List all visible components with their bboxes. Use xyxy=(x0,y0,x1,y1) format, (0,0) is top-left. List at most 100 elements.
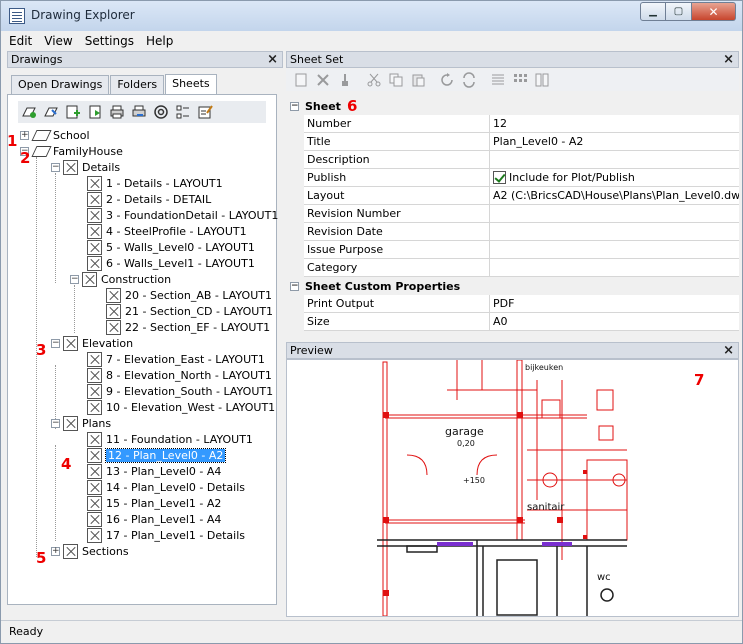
menu-edit[interactable]: Edit xyxy=(9,34,32,48)
sheet-icon xyxy=(87,527,102,543)
tree-node-sheet[interactable]: 9 - Elevation_South - LAYOUT1 xyxy=(87,383,273,399)
sheet-icon xyxy=(87,255,102,271)
tree-node-sheet[interactable]: 13 - Plan_Level0 - A4 xyxy=(87,463,221,479)
new-subset-icon[interactable] xyxy=(65,104,81,120)
tree-node-subset[interactable]: − Details xyxy=(51,159,120,175)
prop-value-publish[interactable]: Include for Plot/Publish xyxy=(490,169,739,187)
columns-view-icon[interactable] xyxy=(534,72,550,88)
expander-minus-icon[interactable]: − xyxy=(51,338,60,348)
close-button[interactable]: ✕ xyxy=(692,2,736,21)
tab-open-drawings[interactable]: Open Drawings xyxy=(11,75,110,94)
tree-node-sheet-selected[interactable]: 12 - Plan_Level0 - A2 xyxy=(87,447,227,463)
prop-value[interactable] xyxy=(490,259,739,277)
prop-row-number[interactable]: Number 12 xyxy=(286,115,739,133)
tree-label: 6 - Walls_Level1 - LAYOUT1 xyxy=(106,256,255,270)
section-custom-properties[interactable]: − Sheet Custom Properties xyxy=(286,277,739,295)
prop-row-print-output[interactable]: Print Output PDF xyxy=(286,295,739,313)
tree-node-subset[interactable]: − Construction xyxy=(70,271,171,287)
tree-node-sheet[interactable]: 11 - Foundation - LAYOUT1 xyxy=(87,431,253,447)
prop-row-title[interactable]: Title Plan_Level0 - A2 xyxy=(286,133,739,151)
prop-value[interactable]: PDF xyxy=(490,295,739,313)
tree-node-sheet[interactable]: 6 - Walls_Level1 - LAYOUT1 xyxy=(87,255,255,271)
new-sheet-icon[interactable] xyxy=(293,72,309,88)
sync-icon[interactable] xyxy=(461,72,477,88)
tree-node-sheet[interactable]: 22 - Section_EF - LAYOUT1 xyxy=(106,319,270,335)
prop-row-size[interactable]: Size A0 xyxy=(286,313,739,331)
sheet-set-panel-close-icon[interactable]: × xyxy=(723,52,734,67)
collapse-minus-icon[interactable]: − xyxy=(290,101,299,111)
prop-value[interactable] xyxy=(490,151,739,169)
details-view-icon[interactable] xyxy=(490,72,506,88)
tree-label: 11 - Foundation - LAYOUT1 xyxy=(106,432,253,446)
tree-node-sheet[interactable]: 4 - SteelProfile - LAYOUT1 xyxy=(87,223,247,239)
menu-view[interactable]: View xyxy=(44,34,72,48)
email-icon[interactable] xyxy=(153,104,169,120)
prop-row-category[interactable]: Category xyxy=(286,259,739,277)
prop-value[interactable] xyxy=(490,223,739,241)
tree-node-sheet[interactable]: 3 - FoundationDetail - LAYOUT1 xyxy=(87,207,278,223)
collapse-minus-icon[interactable]: − xyxy=(290,281,299,291)
tree-node-sheet[interactable]: 1 - Details - LAYOUT1 xyxy=(87,175,223,191)
maximize-button[interactable]: ▢ xyxy=(666,2,692,21)
prop-value[interactable]: A2 (C:\BricsCAD\House\Plans\Plan_Level0.… xyxy=(490,187,739,205)
tree-node-subset[interactable]: + Sections xyxy=(51,543,129,559)
include-for-plot-checkbox[interactable] xyxy=(493,170,506,184)
prop-row-issue-purpose[interactable]: Issue Purpose xyxy=(286,241,739,259)
tree-node-sheet[interactable]: 5 - Walls_Level0 - LAYOUT1 xyxy=(87,239,255,255)
expander-minus-icon[interactable]: − xyxy=(51,418,60,428)
prop-value[interactable]: A0 xyxy=(490,313,739,331)
new-sheet-set-icon[interactable] xyxy=(21,104,37,120)
tree-node-sheet[interactable]: 20 - Section_AB - LAYOUT1 xyxy=(106,287,272,303)
expander-minus-icon[interactable]: − xyxy=(51,162,60,172)
tree-node-set[interactable]: − FamilyHouse xyxy=(20,143,123,159)
sheet-icon xyxy=(87,351,102,367)
tree-node-subset[interactable]: − Plans xyxy=(51,415,111,431)
prop-value[interactable] xyxy=(490,205,739,223)
tree-node-subset[interactable]: − Elevation xyxy=(51,335,133,351)
brush-icon[interactable] xyxy=(337,72,353,88)
prop-row-revision-date[interactable]: Revision Date xyxy=(286,223,739,241)
prop-row-revision-number[interactable]: Revision Number xyxy=(286,205,739,223)
menu-help[interactable]: Help xyxy=(146,34,173,48)
sheet-icon xyxy=(87,511,102,527)
plot-icon[interactable] xyxy=(109,104,125,120)
tree-node-sheet[interactable]: 7 - Elevation_East - LAYOUT1 xyxy=(87,351,265,367)
tab-sheets[interactable]: Sheets xyxy=(165,74,217,95)
drawings-panel-close-icon[interactable]: × xyxy=(267,52,278,67)
tree-node-sheet[interactable]: 8 - Elevation_North - LAYOUT1 xyxy=(87,367,272,383)
prop-row-description[interactable]: Description xyxy=(286,151,739,169)
menu-settings[interactable]: Settings xyxy=(85,34,134,48)
prop-row-publish[interactable]: Publish Include for Plot/Publish xyxy=(286,169,739,187)
preview-panel-close-icon[interactable]: × xyxy=(723,343,734,358)
tree-node-sheet[interactable]: 15 - Plan_Level1 - A2 xyxy=(87,495,221,511)
prop-value[interactable]: 12 xyxy=(490,115,739,133)
tree-node-sheet[interactable]: 10 - Elevation_West - LAYOUT1 xyxy=(87,399,275,415)
list-view-icon[interactable] xyxy=(175,104,191,120)
properties-icon[interactable] xyxy=(197,104,213,120)
expander-minus-icon[interactable]: − xyxy=(70,274,79,284)
copy-icon[interactable] xyxy=(388,72,404,88)
tree-node-sheet[interactable]: 21 - Section_CD - LAYOUT1 xyxy=(106,303,273,319)
open-sheet-set-icon[interactable] xyxy=(43,104,59,120)
tab-folders[interactable]: Folders xyxy=(110,75,165,94)
tree-node-sheet[interactable]: 17 - Plan_Level1 - Details xyxy=(87,527,245,543)
import-layout-icon[interactable] xyxy=(87,104,103,120)
grid-view-icon[interactable] xyxy=(512,72,528,88)
publish-icon[interactable] xyxy=(131,104,147,120)
tree-node-sheet[interactable]: 14 - Plan_Level0 - Details xyxy=(87,479,245,495)
prop-name: Print Output xyxy=(304,295,490,313)
prop-row-layout[interactable]: Layout A2 (C:\BricsCAD\House\Plans\Plan_L… xyxy=(286,187,739,205)
tree-node-sheet[interactable]: 2 - Details - DETAIL xyxy=(87,191,211,207)
cut-icon[interactable] xyxy=(366,72,382,88)
prop-value[interactable]: Plan_Level0 - A2 xyxy=(490,133,739,151)
refresh-icon[interactable] xyxy=(439,72,455,88)
prop-value[interactable] xyxy=(490,241,739,259)
delete-icon[interactable] xyxy=(315,72,331,88)
minimize-button[interactable]: ▁ xyxy=(640,2,666,21)
tree-node-set[interactable]: + School xyxy=(20,127,90,143)
expander-plus-icon[interactable]: + xyxy=(51,546,60,556)
paste-icon[interactable] xyxy=(410,72,426,88)
drawings-panel-title: Drawings xyxy=(11,53,63,66)
tree-node-sheet[interactable]: 16 - Plan_Level1 - A4 xyxy=(87,511,221,527)
expander-plus-icon[interactable]: + xyxy=(20,130,29,140)
